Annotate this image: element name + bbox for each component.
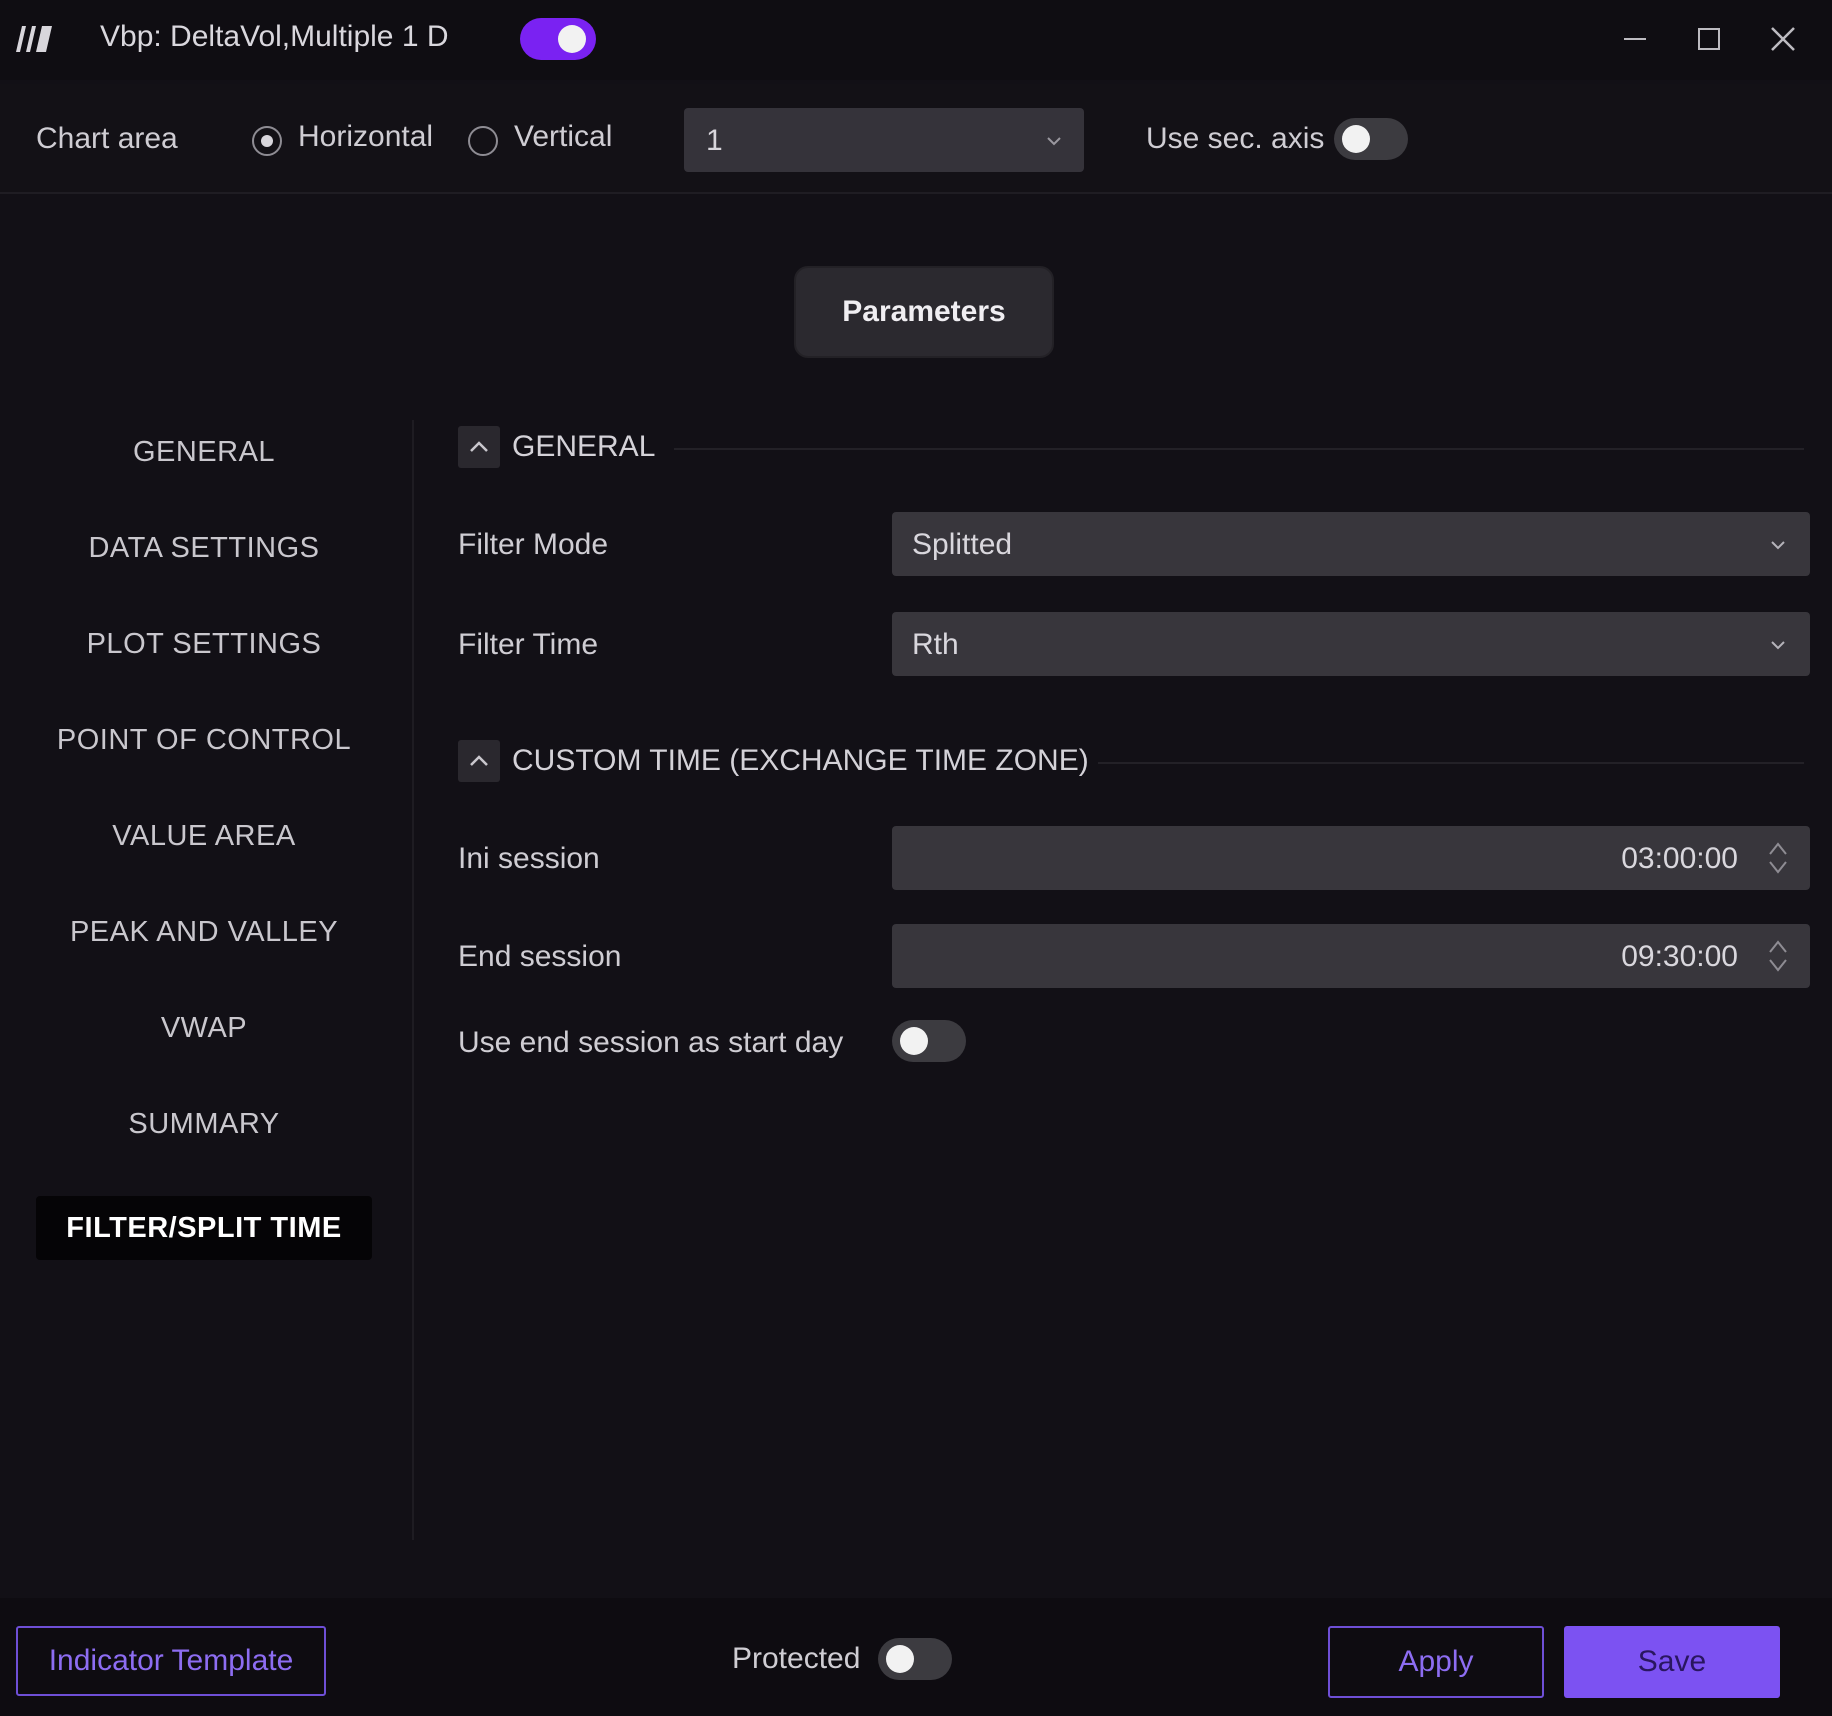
- minimize-button[interactable]: [1610, 18, 1660, 60]
- filter-time-label: Filter Time: [458, 628, 599, 661]
- filter-time-select[interactable]: Rth: [892, 612, 1810, 676]
- sidebar-item-vwap[interactable]: VWAP: [36, 996, 372, 1060]
- toggle-knob: [886, 1645, 914, 1673]
- sidebar-item-summary[interactable]: SUMMARY: [36, 1092, 372, 1156]
- maximize-button[interactable]: [1684, 18, 1734, 60]
- chart-area-label: Chart area: [36, 122, 178, 155]
- protected-toggle[interactable]: [878, 1638, 952, 1680]
- maximize-icon: [1698, 28, 1720, 50]
- custom-time-section-title: CUSTOM TIME (EXCHANGE TIME ZONE): [512, 744, 1089, 777]
- indicator-enabled-toggle[interactable]: [520, 18, 596, 60]
- ini-session-label: Ini session: [458, 842, 600, 875]
- end-session-value: 09:30:00: [1621, 940, 1738, 973]
- chart-panel-value: 1: [706, 124, 723, 157]
- chart-area-bar: Chart area Horizontal Vertical 1 Use sec…: [0, 84, 1832, 194]
- sidebar-item-peak-and-valley[interactable]: PEAK AND VALLEY: [36, 900, 372, 964]
- custom-time-section-header: CUSTOM TIME (EXCHANGE TIME ZONE): [458, 740, 1808, 784]
- sidebar-divider: [412, 420, 414, 1540]
- end-session-label: End session: [458, 940, 622, 973]
- toggle-knob: [1342, 125, 1370, 153]
- title-bar: Vbp: DeltaVol,Multiple 1 D: [0, 0, 1832, 80]
- filter-mode-label: Filter Mode: [458, 528, 609, 561]
- vertical-radio-label[interactable]: Vertical: [514, 120, 612, 154]
- custom-time-collapse-button[interactable]: [458, 740, 500, 782]
- general-section-header: GENERAL: [458, 426, 1808, 470]
- sidebar-item-filter-split-time[interactable]: FILTER/SPLIT TIME: [36, 1196, 372, 1260]
- horizontal-radio-label[interactable]: Horizontal: [298, 120, 433, 154]
- sidebar-item-point-of-control[interactable]: POINT OF CONTROL: [36, 708, 372, 772]
- chart-panel-select[interactable]: 1: [684, 108, 1084, 172]
- section-divider: [1098, 762, 1804, 764]
- filter-mode-select[interactable]: Splitted: [892, 512, 1810, 576]
- sidebar-item-general[interactable]: GENERAL: [36, 420, 372, 484]
- general-section-title: GENERAL: [512, 430, 656, 463]
- use-end-session-label: Use end session as start day: [458, 1026, 844, 1059]
- toggle-knob: [900, 1027, 928, 1055]
- close-icon: [1771, 27, 1795, 51]
- general-collapse-button[interactable]: [458, 426, 500, 468]
- filter-mode-value: Splitted: [912, 528, 1013, 561]
- chevron-down-icon: [1771, 641, 1785, 650]
- use-end-session-toggle[interactable]: [892, 1020, 966, 1062]
- save-button[interactable]: Save: [1564, 1626, 1780, 1698]
- sec-axis-label: Use sec. axis: [1146, 122, 1325, 155]
- app-logo-icon: [16, 26, 52, 52]
- spinner-icon[interactable]: [1766, 938, 1790, 974]
- parameters-tab[interactable]: Parameters: [794, 266, 1054, 358]
- end-session-input[interactable]: 09:30:00: [892, 924, 1810, 988]
- window-title: Vbp: DeltaVol,Multiple 1 D: [100, 20, 449, 53]
- minimize-icon: [1624, 38, 1646, 40]
- chevron-down-icon: [1047, 137, 1061, 146]
- ini-session-input[interactable]: 03:00:00: [892, 826, 1810, 890]
- close-button[interactable]: [1758, 18, 1808, 60]
- ini-session-value: 03:00:00: [1621, 842, 1738, 875]
- chevron-down-icon: [1771, 541, 1785, 550]
- sidebar-item-value-area[interactable]: VALUE AREA: [36, 804, 372, 868]
- section-divider: [674, 448, 1804, 450]
- sidebar: GENERAL DATA SETTINGS PLOT SETTINGS POIN…: [0, 420, 410, 1540]
- protected-label: Protected: [732, 1642, 861, 1675]
- spinner-icon[interactable]: [1766, 840, 1790, 876]
- filter-time-value: Rth: [912, 628, 959, 661]
- toggle-knob: [558, 25, 586, 53]
- vertical-radio[interactable]: [468, 126, 498, 156]
- sidebar-item-plot-settings[interactable]: PLOT SETTINGS: [36, 612, 372, 676]
- sec-axis-toggle[interactable]: [1334, 118, 1408, 160]
- indicator-template-button[interactable]: Indicator Template: [16, 1626, 326, 1696]
- apply-button[interactable]: Apply: [1328, 1626, 1544, 1698]
- sidebar-item-data-settings[interactable]: DATA SETTINGS: [36, 516, 372, 580]
- chevron-up-icon: [470, 441, 488, 452]
- horizontal-radio[interactable]: [252, 126, 282, 156]
- footer-bar: Indicator Template Protected Apply Save: [0, 1598, 1832, 1716]
- chevron-up-icon: [470, 755, 488, 766]
